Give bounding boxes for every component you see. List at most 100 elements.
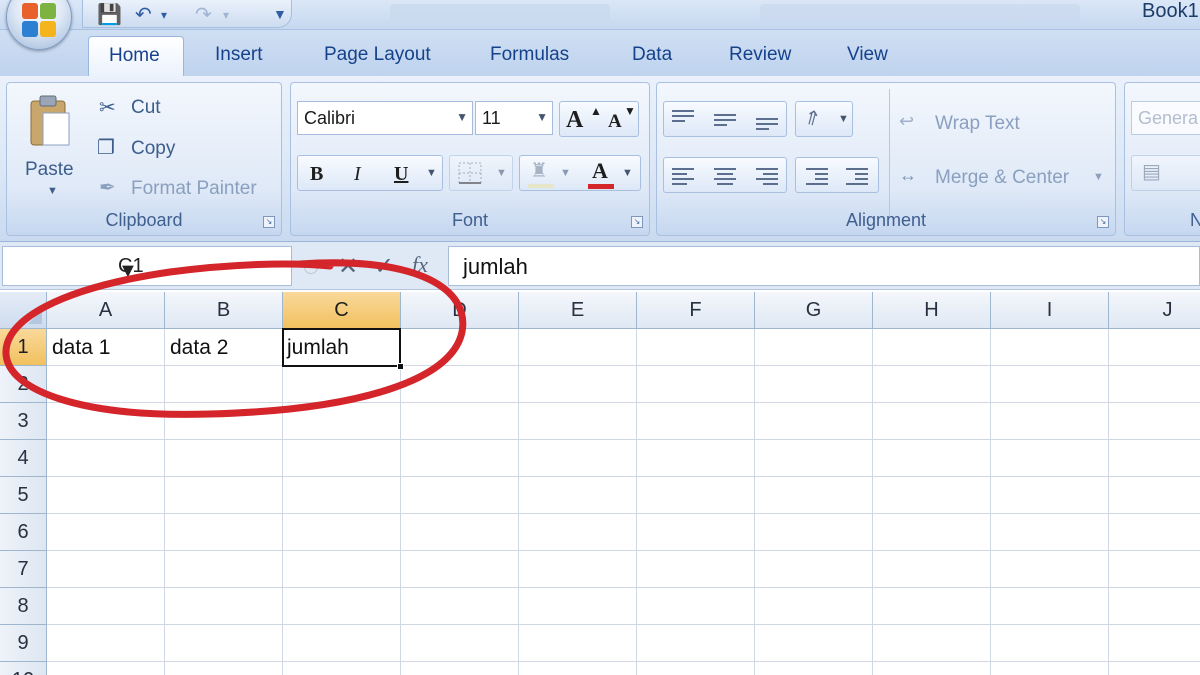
underline-dropdown-icon[interactable]: ▼	[426, 168, 437, 179]
merge-dropdown-icon[interactable]: ▼	[1093, 171, 1104, 183]
select-all-button[interactable]	[0, 292, 47, 329]
copy-button[interactable]: Copy	[131, 138, 175, 160]
fill-color-icon[interactable]: ♜	[530, 161, 548, 181]
font-color-button[interactable]: A	[592, 160, 608, 182]
cell-b1[interactable]: data 2	[170, 336, 228, 360]
format-painter-button[interactable]: Format Painter	[131, 178, 257, 200]
row-header-5[interactable]: 5	[0, 477, 47, 514]
orientation-button[interactable]: ⇗ ▼	[795, 101, 853, 137]
row-header-6[interactable]: 6	[0, 514, 47, 551]
cell-area[interactable]	[47, 329, 1200, 675]
formula-bar: C1 ▼ ✕ ✓ fx jumlah	[0, 242, 1200, 290]
tab-formulas[interactable]: Formulas	[490, 44, 569, 66]
row-header-8[interactable]: 8	[0, 588, 47, 625]
italic-button[interactable]: I	[354, 164, 361, 184]
paste-dropdown-icon[interactable]: ▼	[47, 185, 58, 197]
bold-button[interactable]: B	[310, 164, 323, 184]
align-bottom-icon[interactable]	[756, 118, 778, 133]
column-header-e[interactable]: E	[519, 292, 637, 329]
column-header-h[interactable]: H	[873, 292, 991, 329]
undo-dropdown-icon[interactable]: ▾	[161, 8, 167, 22]
merge-center-button[interactable]: Merge & Center	[935, 167, 1069, 189]
shrink-font-button[interactable]: A	[608, 112, 622, 131]
align-center-icon[interactable]	[714, 168, 736, 188]
customize-qat-icon[interactable]: ▼	[273, 6, 287, 22]
number-group: Genera ▤ N	[1124, 82, 1200, 236]
merge-center-icon: ↔	[899, 165, 917, 185]
fill-and-font-color: ♜ ▼ A ▼	[519, 155, 641, 191]
font-color-swatch	[588, 184, 614, 189]
accounting-format-button[interactable]: ▤	[1131, 155, 1200, 191]
font-group-label: Font	[451, 210, 489, 230]
column-header-j[interactable]: J	[1109, 292, 1200, 329]
align-top-icon[interactable]	[672, 110, 694, 125]
column-header-d[interactable]: D	[401, 292, 519, 329]
font-name-dropdown[interactable]: Calibri ▼	[297, 101, 473, 135]
undo-icon[interactable]: ↶	[135, 2, 152, 27]
underline-button[interactable]: U	[394, 164, 408, 184]
column-header-g[interactable]: G	[755, 292, 873, 329]
number-format-dropdown[interactable]: Genera	[1131, 101, 1200, 135]
format-painter-icon: ✒	[99, 177, 116, 199]
paste-label: Paste	[25, 159, 74, 180]
row-header-10[interactable]: 10	[0, 662, 47, 675]
font-size-buttons: A ▲ A ▼	[559, 101, 639, 137]
tab-data[interactable]: Data	[632, 44, 672, 66]
tab-home[interactable]: Home	[88, 36, 184, 78]
row-header-7[interactable]: 7	[0, 551, 47, 588]
column-header-a[interactable]: A	[47, 292, 165, 329]
wrap-text-icon: ↩	[899, 111, 915, 131]
column-header-f[interactable]: F	[637, 292, 755, 329]
font-launcher-icon[interactable]: ↘	[631, 216, 643, 228]
enter-icon[interactable]: ✓	[374, 252, 394, 281]
redo-icon[interactable]: ↷	[195, 2, 212, 27]
font-size-dropdown[interactable]: 11 ▼	[475, 101, 553, 135]
borders-button[interactable]: ▼	[449, 155, 513, 191]
row-header-2[interactable]: 2	[0, 366, 47, 403]
ribbon: Paste ▼ ✂ Cut ❐ Copy ✒ Format Painter Cl…	[0, 76, 1200, 242]
chevron-down-icon: ▼	[622, 167, 633, 179]
decrease-indent-icon[interactable]	[806, 168, 828, 188]
worksheet-grid: A B C D E F G H I J 1 2 3 4 5 6 7 8 9 10…	[0, 292, 1200, 675]
alignment-group-label: Alignment	[845, 210, 927, 230]
name-box[interactable]: C1 ▼	[2, 246, 292, 286]
clipboard-launcher-icon[interactable]: ↘	[263, 216, 275, 228]
fill-handle[interactable]	[397, 363, 404, 370]
grow-font-button[interactable]: A	[566, 108, 583, 132]
alignment-group: ⇗ ▼ ↩ Wrap Text ↔ Merge & Center ▼ Align…	[656, 82, 1116, 236]
chevron-down-icon: ▼	[536, 110, 548, 124]
cut-icon: ✂	[99, 97, 116, 119]
row-header-9[interactable]: 9	[0, 625, 47, 662]
align-left-icon[interactable]	[672, 168, 694, 188]
cut-button[interactable]: Cut	[131, 97, 161, 119]
clipboard-group: Paste ▼ ✂ Cut ❐ Copy ✒ Format Painter Cl…	[6, 82, 282, 236]
font-group: Calibri ▼ 11 ▼ A ▲ A ▼ B I U ▼ ▼ ♜ ▼ A ▼…	[290, 82, 650, 236]
paste-button[interactable]: Paste ▼	[17, 89, 87, 199]
column-header-b[interactable]: B	[165, 292, 283, 329]
tab-insert[interactable]: Insert	[215, 44, 263, 66]
align-middle-icon[interactable]	[714, 114, 736, 129]
tab-page-layout[interactable]: Page Layout	[324, 44, 431, 66]
row-header-4[interactable]: 4	[0, 440, 47, 477]
insert-function-button[interactable]: fx	[412, 252, 428, 278]
group-separator	[889, 89, 890, 217]
resize-handle-icon[interactable]	[304, 260, 318, 274]
increase-indent-icon[interactable]	[846, 168, 868, 188]
cell-a1[interactable]: data 1	[52, 336, 110, 360]
alignment-launcher-icon[interactable]: ↘	[1097, 216, 1109, 228]
align-right-icon[interactable]	[756, 168, 778, 188]
tab-view[interactable]: View	[847, 44, 888, 66]
save-icon[interactable]: 💾	[97, 2, 122, 27]
wrap-text-button[interactable]: Wrap Text	[935, 113, 1020, 135]
row-header-1[interactable]: 1	[0, 329, 47, 366]
redo-dropdown-icon[interactable]: ▾	[223, 8, 229, 22]
formula-input[interactable]: jumlah	[448, 246, 1200, 286]
font-style-buttons: B I U ▼	[297, 155, 443, 191]
indent-buttons	[795, 157, 879, 193]
column-header-c[interactable]: C	[283, 292, 401, 329]
tab-review[interactable]: Review	[729, 44, 791, 66]
row-header-3[interactable]: 3	[0, 403, 47, 440]
column-header-i[interactable]: I	[991, 292, 1109, 329]
office-button-icon	[22, 3, 58, 39]
cancel-icon[interactable]: ✕	[338, 252, 358, 281]
